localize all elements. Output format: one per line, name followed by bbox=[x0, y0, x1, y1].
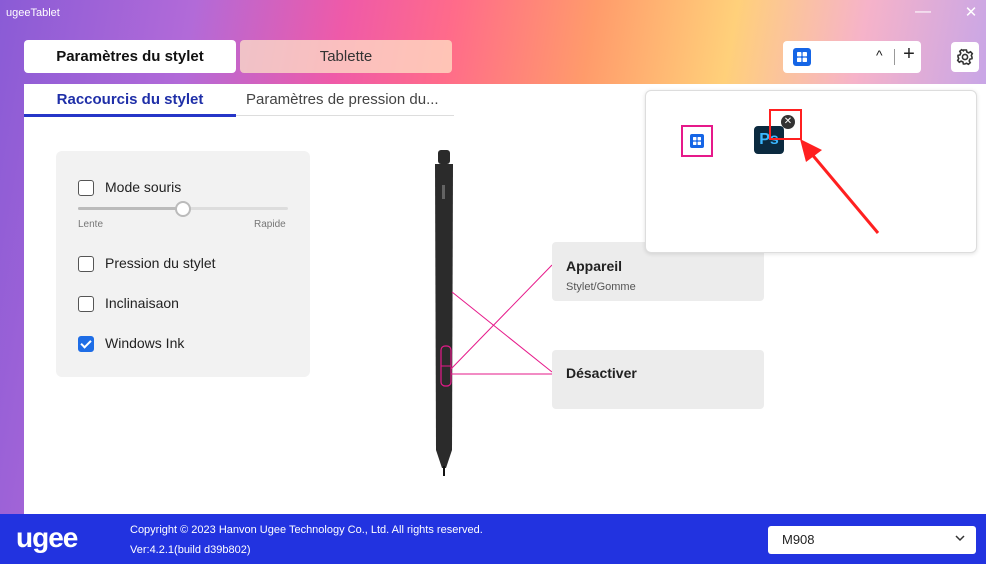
app-selector[interactable]: ^ + bbox=[783, 41, 921, 73]
settings-button[interactable] bbox=[951, 42, 979, 72]
selected-app-frame[interactable] bbox=[681, 125, 713, 157]
windows-app-icon[interactable] bbox=[690, 134, 704, 148]
pen-button-upper-title: Appareil bbox=[566, 258, 623, 274]
ugee-logo: ugee bbox=[16, 522, 78, 553]
add-app-button[interactable]: + bbox=[900, 43, 918, 66]
remove-app-button[interactable]: ✕ bbox=[781, 115, 795, 129]
footer-bar: ugee Copyright © 2023 Hanvon Ugee Techno… bbox=[0, 514, 986, 564]
pen-button-lower-title: Désactiver bbox=[566, 365, 637, 381]
windows-app-icon[interactable] bbox=[793, 48, 811, 66]
pen-button-lower-card[interactable]: Désactiver bbox=[552, 350, 764, 409]
chevron-down-icon bbox=[955, 535, 965, 542]
app-window: ugeeTablet — ✕ Paramètres du stylet Tabl… bbox=[0, 0, 986, 564]
device-select[interactable]: M908 bbox=[768, 526, 976, 554]
divider bbox=[894, 49, 895, 65]
chevron-up-icon[interactable]: ^ bbox=[876, 47, 883, 63]
minimize-button[interactable]: — bbox=[912, 2, 934, 24]
device-value: M908 bbox=[782, 532, 815, 547]
tab-pen-settings[interactable]: Paramètres du stylet bbox=[24, 40, 236, 73]
copyright-text: Copyright © 2023 Hanvon Ugee Technology … bbox=[130, 524, 483, 536]
title-bar: ugeeTablet — ✕ bbox=[0, 0, 986, 30]
pen-button-upper-subtitle: Stylet/Gomme bbox=[566, 281, 636, 293]
app-title: ugeeTablet bbox=[6, 7, 60, 19]
gear-icon bbox=[956, 48, 974, 66]
version-text: Ver:4.2.1(build d39b802) bbox=[130, 544, 251, 556]
tab-tablet[interactable]: Tablette bbox=[240, 40, 452, 73]
app-list-popup: Ps ✕ bbox=[645, 90, 977, 253]
close-button[interactable]: ✕ bbox=[960, 2, 982, 24]
